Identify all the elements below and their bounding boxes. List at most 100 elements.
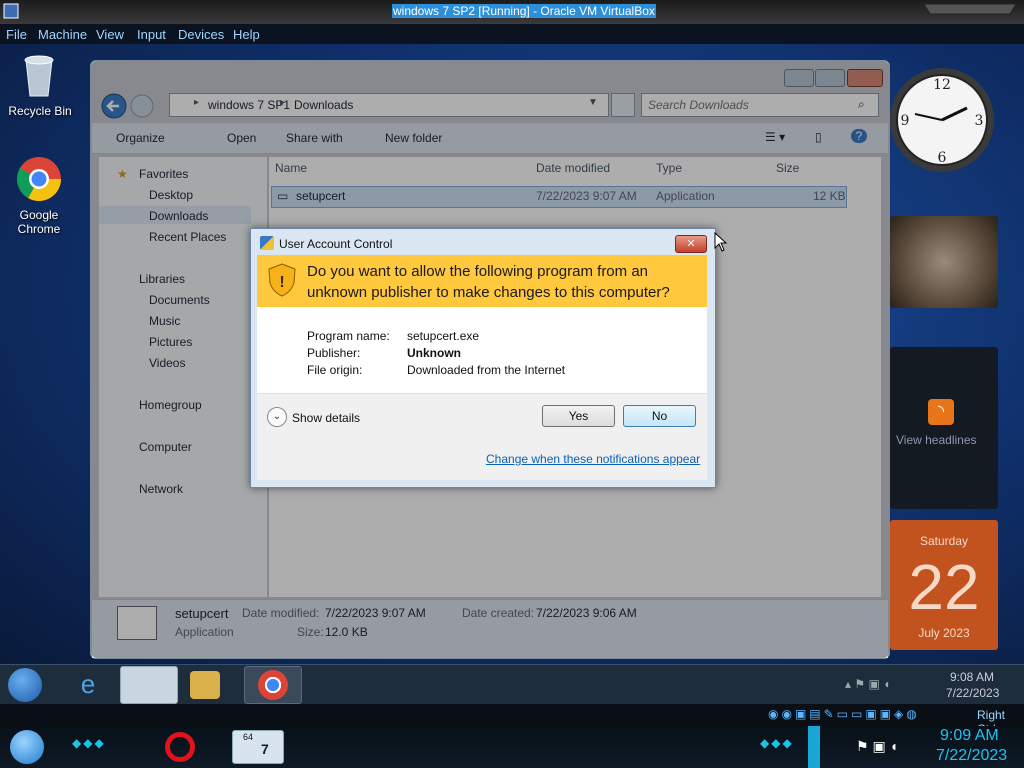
guest-clock-time[interactable]: 9:08 AM bbox=[950, 670, 994, 684]
breadcrumb-root[interactable]: windows 7 SP1 bbox=[208, 98, 290, 112]
show-details-toggle[interactable]: Show details bbox=[292, 411, 360, 425]
search-input[interactable] bbox=[646, 96, 850, 114]
no-button[interactable]: No bbox=[623, 405, 696, 427]
minimize-button[interactable] bbox=[784, 69, 814, 87]
svg-text:9: 9 bbox=[901, 113, 910, 129]
nav-pictures[interactable]: Pictures bbox=[149, 335, 192, 349]
windows-7-icon: 7 bbox=[261, 741, 269, 757]
host-clock-time[interactable]: 9:09 AM bbox=[940, 727, 999, 745]
tray-icons[interactable]: ▴ ⚑ ▣ ◖ bbox=[845, 677, 890, 691]
breadcrumb-downloads[interactable]: Downloads bbox=[294, 98, 353, 112]
host-statusbar: ◉◉▣▤✎▭▭▣▣◈◍ Right Ctrl bbox=[0, 704, 1024, 736]
nav-documents[interactable]: Documents bbox=[149, 293, 210, 307]
menu-devices[interactable]: Devices bbox=[178, 27, 224, 42]
host-tray-icons[interactable]: ⚑ ▣ ◖ bbox=[856, 738, 898, 755]
chrome-taskbar-button[interactable] bbox=[244, 666, 302, 704]
search-icon[interactable]: ⌕ bbox=[858, 97, 865, 112]
menu-file[interactable]: File bbox=[6, 27, 27, 42]
address-bar[interactable]: windows 7 SP1 Downloads ▸ ▸ ▼ bbox=[169, 93, 609, 117]
publisher-label: Publisher: bbox=[307, 346, 361, 360]
details-date-modified: 7/22/2023 9:07 AM bbox=[325, 606, 426, 620]
menu-input[interactable]: Input bbox=[137, 27, 166, 42]
google-chrome-icon[interactable] bbox=[16, 156, 62, 202]
details-size-label: Size: bbox=[297, 625, 324, 639]
search-box[interactable]: ⌕ bbox=[641, 93, 879, 117]
opera-icon[interactable] bbox=[165, 732, 195, 762]
file-name[interactable]: setupcert bbox=[296, 189, 345, 203]
program-name-value: setupcert.exe bbox=[407, 329, 480, 343]
share-with-button[interactable]: Share with bbox=[286, 131, 343, 145]
nav-music[interactable]: Music bbox=[149, 314, 180, 328]
nav-desktop[interactable]: Desktop bbox=[149, 188, 193, 202]
host-clock-date[interactable]: 7/22/2023 bbox=[936, 747, 1007, 765]
column-date-modified[interactable]: Date modified bbox=[536, 161, 610, 175]
details-size: 12.0 KB bbox=[325, 625, 368, 639]
chevron-down-icon[interactable]: ⌄ bbox=[267, 407, 287, 427]
chevron-down-icon[interactable]: ▼ bbox=[588, 97, 598, 108]
uac-close-button[interactable]: ✕ bbox=[675, 235, 707, 253]
svg-text:!: ! bbox=[279, 274, 284, 291]
svg-text:12: 12 bbox=[933, 77, 951, 93]
nav-network[interactable]: Network bbox=[139, 482, 183, 496]
svg-text:3: 3 bbox=[975, 113, 984, 129]
details-type: Application bbox=[175, 625, 234, 639]
google-chrome-label[interactable]: Google Chrome bbox=[0, 208, 78, 236]
view-options-icon[interactable]: ☰ ▾ bbox=[765, 130, 785, 144]
virtualbox-taskbar-button[interactable]: 64 7 bbox=[232, 730, 284, 764]
star-icon: ★ bbox=[117, 167, 128, 181]
change-notifications-link[interactable]: Change when these notifications appear bbox=[486, 452, 700, 466]
host-window-controls[interactable] bbox=[920, 2, 1020, 16]
yes-button[interactable]: Yes bbox=[542, 405, 615, 427]
maximize-button[interactable] bbox=[815, 69, 845, 87]
nav-videos[interactable]: Videos bbox=[149, 356, 185, 370]
details-name: setupcert bbox=[175, 606, 229, 621]
internet-explorer-icon[interactable]: e bbox=[70, 669, 106, 701]
open-button[interactable]: Open bbox=[227, 131, 256, 145]
start-button[interactable] bbox=[8, 668, 42, 702]
menu-help[interactable]: Help bbox=[233, 27, 260, 42]
refresh-button[interactable] bbox=[611, 93, 635, 117]
recycle-bin-icon[interactable] bbox=[20, 52, 58, 98]
slideshow-gadget[interactable] bbox=[890, 216, 998, 308]
nav-downloads[interactable]: Downloads bbox=[149, 209, 208, 223]
recycle-bin-label[interactable]: Recycle Bin bbox=[0, 104, 80, 118]
program-name-label: Program name: bbox=[307, 329, 390, 343]
clock-gadget[interactable]: 12 3 6 9 bbox=[887, 64, 997, 176]
google-chrome-icon bbox=[258, 670, 288, 700]
host-start-button[interactable] bbox=[10, 730, 44, 764]
publisher-value: Unknown bbox=[407, 346, 461, 360]
nav-favorites[interactable]: Favorites bbox=[139, 167, 188, 181]
media-player-icon[interactable] bbox=[190, 671, 220, 699]
organize-button[interactable]: Organize bbox=[116, 131, 165, 145]
calendar-gadget[interactable]: Saturday 22 July 2023 bbox=[890, 520, 998, 650]
file-type: Application bbox=[656, 189, 715, 203]
vbox-status-icons[interactable]: ◉◉▣▤✎▭▭▣▣◈◍ bbox=[768, 707, 920, 721]
show-desktop-button[interactable] bbox=[808, 726, 820, 768]
application-icon: ▭ bbox=[277, 189, 289, 203]
help-icon[interactable]: ? bbox=[851, 129, 867, 143]
calendar-month: July 2023 bbox=[918, 626, 970, 640]
windows-explorer-taskbar-button[interactable] bbox=[120, 666, 178, 704]
svg-text:6: 6 bbox=[938, 150, 947, 166]
feed-label[interactable]: View headlines bbox=[896, 433, 977, 447]
column-size[interactable]: Size bbox=[776, 161, 799, 175]
preview-pane-icon[interactable]: ▯ bbox=[815, 130, 822, 144]
details-date-modified-label: Date modified: bbox=[242, 606, 320, 620]
column-name[interactable]: Name bbox=[275, 161, 307, 175]
shield-icon bbox=[260, 236, 274, 250]
back-forward-icon[interactable] bbox=[101, 93, 161, 119]
column-type[interactable]: Type bbox=[656, 161, 682, 175]
close-button[interactable] bbox=[847, 69, 883, 87]
nav-homegroup[interactable]: Homegroup bbox=[139, 398, 202, 412]
new-folder-button[interactable]: New folder bbox=[385, 131, 442, 145]
guest-clock-date[interactable]: 7/22/2023 bbox=[946, 686, 999, 700]
nav-recent-places[interactable]: Recent Places bbox=[149, 230, 226, 244]
uac-question-line2: unknown publisher to make changes to thi… bbox=[307, 284, 670, 301]
breadcrumb-chevron-icon: ▸ bbox=[280, 97, 286, 108]
nav-libraries[interactable]: Libraries bbox=[139, 272, 185, 286]
menu-machine[interactable]: Machine bbox=[38, 27, 87, 42]
feed-headlines-gadget[interactable]: ◝ View headlines bbox=[890, 347, 998, 509]
menu-view[interactable]: View bbox=[96, 27, 124, 42]
nav-computer[interactable]: Computer bbox=[139, 440, 192, 454]
file-origin-value: Downloaded from the Internet bbox=[407, 363, 566, 377]
